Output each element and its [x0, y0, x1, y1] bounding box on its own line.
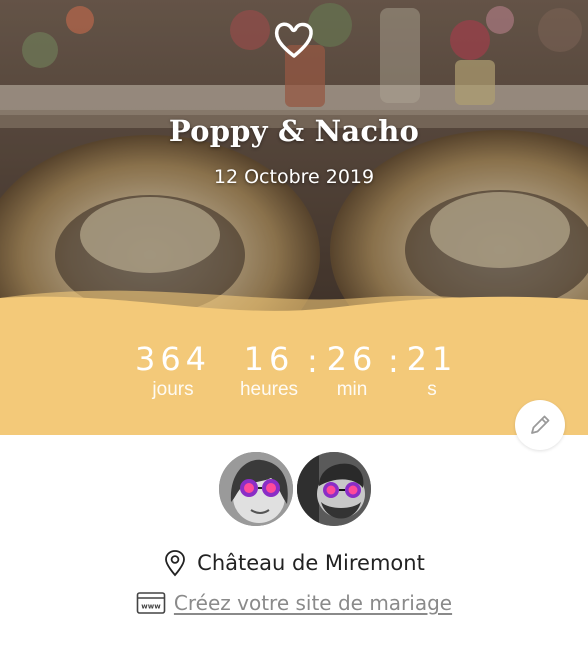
countdown: 364 jours 16 heures : 26 min : 21 s — [0, 340, 588, 410]
avatar-bride[interactable] — [216, 449, 296, 529]
countdown-hours-label: heures — [239, 379, 299, 400]
countdown-minutes: 26 min — [318, 340, 386, 402]
avatar-bride-photo — [219, 452, 293, 526]
countdown-hours: 16 heures — [232, 340, 306, 402]
countdown-days-label: jours — [152, 379, 194, 400]
heart-icon — [274, 22, 313, 58]
countdown-separator: : — [388, 342, 399, 380]
create-website-link[interactable]: www Créez votre site de mariage — [0, 591, 588, 615]
countdown-seconds-value: 21 — [406, 340, 458, 378]
create-website-link-label[interactable]: Créez votre site de mariage — [174, 591, 452, 615]
countdown-days-value: 364 — [134, 340, 212, 378]
location-name: Château de Miremont — [197, 551, 425, 575]
countdown-minutes-value: 26 — [326, 340, 378, 378]
couple-title: Poppy & Nacho — [168, 114, 420, 148]
countdown-seconds: 21 s — [400, 340, 464, 402]
avatar-groom[interactable] — [294, 449, 374, 529]
location[interactable]: Château de Miremont — [0, 549, 588, 577]
pencil-icon — [531, 415, 550, 434]
countdown-minutes-label: min — [336, 379, 368, 400]
hero-banner: Poppy & Nacho 12 Octobre 2019 364 jours … — [0, 0, 588, 435]
web-browser-icon: www — [136, 592, 166, 614]
map-pin-icon — [165, 550, 186, 577]
couple-avatars — [216, 449, 374, 529]
countdown-separator: : — [307, 342, 318, 380]
countdown-seconds-label: s — [427, 379, 437, 400]
svg-text:www: www — [141, 603, 161, 611]
countdown-hours-value: 16 — [243, 340, 295, 378]
edit-button[interactable] — [515, 400, 565, 450]
wedding-date: 12 Octobre 2019 — [213, 166, 375, 188]
countdown-days: 364 jours — [126, 340, 220, 402]
avatar-groom-photo — [297, 452, 371, 526]
